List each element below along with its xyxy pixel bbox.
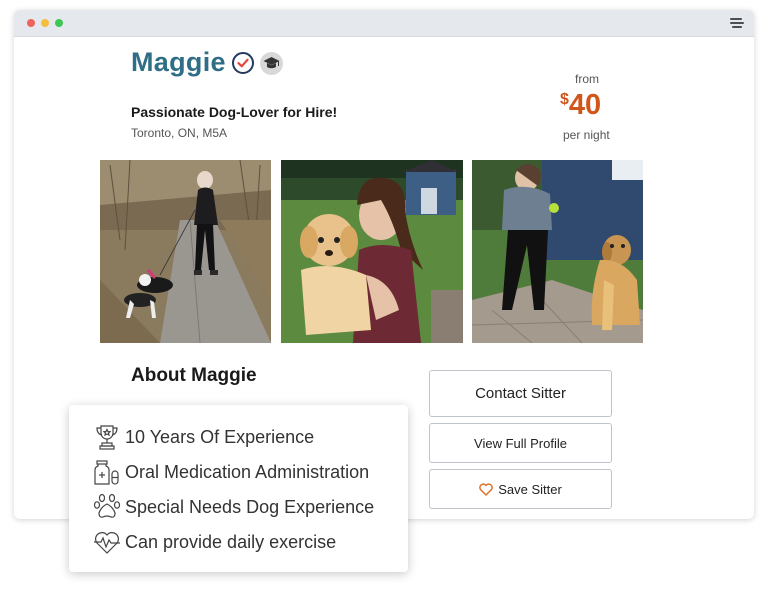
menu-icon[interactable] [730,18,744,28]
graduation-cap-icon [260,52,283,75]
trophy-icon [93,423,121,451]
close-window-button[interactable] [27,19,35,27]
save-sitter-button[interactable]: Save Sitter [429,469,612,509]
verified-check-icon [232,52,254,74]
feature-item: Oral Medication Administration [93,457,369,487]
sitter-photo-3[interactable] [472,160,643,343]
sitter-photo-1[interactable] [100,160,271,343]
features-card: 10 Years Of Experience Oral Medication A… [69,405,408,572]
sitter-location: Toronto, ON, M5A [131,126,228,140]
heart-icon [479,482,493,496]
sitter-tagline: Passionate Dog-Lover for Hire! [131,104,338,120]
maximize-window-button[interactable] [55,19,63,27]
contact-sitter-button[interactable]: Contact Sitter [429,370,612,417]
paw-icon [93,493,121,521]
price-from-label: from [575,72,599,86]
sitter-name: Maggie [131,47,226,77]
price-unit: per night [563,128,610,142]
price-currency: $ [560,91,569,108]
sitter-photo-2[interactable] [281,160,463,343]
feature-item: Special Needs Dog Experience [93,492,374,522]
contact-sitter-label: Contact Sitter [475,385,566,402]
feature-label: Can provide daily exercise [125,531,337,552]
feature-item: Can provide daily exercise [93,527,336,557]
price-amount: $40 [560,89,601,122]
price-value: 40 [568,89,602,121]
feature-label: 10 Years Of Experience [125,426,315,447]
medication-icon [93,458,121,486]
view-full-profile-button[interactable]: View Full Profile [429,423,612,463]
minimize-window-button[interactable] [41,19,49,27]
feature-item: 10 Years Of Experience [93,422,314,452]
save-sitter-label: Save Sitter [498,481,562,497]
feature-label: Special Needs Dog Experience [125,496,375,517]
title-bar [14,10,754,37]
about-heading: About Maggie [131,365,257,386]
feature-label: Oral Medication Administration [125,461,370,482]
heart-pulse-icon [93,528,121,556]
view-full-profile-label: View Full Profile [474,435,567,451]
